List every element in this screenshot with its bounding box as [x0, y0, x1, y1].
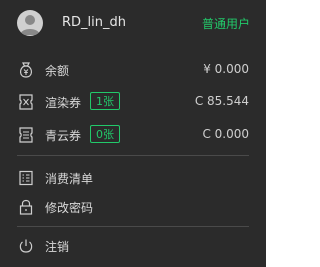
render-coupon-label: 渲染券: [45, 96, 82, 110]
render-coupon-icon: [17, 93, 35, 111]
cloud-coupon-icon: [17, 126, 35, 144]
menu-item-logout[interactable]: 注销: [0, 235, 266, 257]
menu-item-logout-label: 注销: [45, 240, 70, 254]
lock-icon: [17, 198, 35, 216]
cloud-coupon-row: 青云券 0张 C 0.000: [0, 124, 266, 146]
account-dropdown-panel: RD_lin_dh 普通用户 余额 ¥ 0.000 渲染券 1张 C 85.54…: [0, 0, 266, 267]
render-coupon-value: C 85.544: [194, 94, 249, 108]
avatar-person-icon: [20, 15, 40, 35]
menu-item-bill-label: 消费清单: [45, 172, 94, 186]
cloud-coupon-label: 青云券: [45, 129, 82, 143]
bill-icon: [17, 169, 35, 187]
user-header: RD_lin_dh 普通用户: [0, 8, 266, 38]
render-coupon-count-badge[interactable]: 1张: [90, 92, 120, 110]
avatar[interactable]: [17, 10, 43, 36]
menu-item-change-password-label: 修改密码: [45, 201, 94, 215]
divider: [17, 226, 249, 227]
username: RD_lin_dh: [62, 15, 126, 30]
cloud-coupon-value: C 0.000: [202, 127, 249, 141]
render-coupon-row: 渲染券 1张 C 85.544: [0, 91, 266, 113]
balance-value: ¥ 0.000: [203, 62, 249, 76]
cloud-coupon-count-badge[interactable]: 0张: [90, 125, 120, 143]
menu-item-change-password[interactable]: 修改密码: [0, 196, 266, 218]
divider: [17, 155, 249, 156]
balance-row: 余额 ¥ 0.000: [0, 59, 266, 81]
menu-item-bill[interactable]: 消费清单: [0, 167, 266, 189]
power-icon: [17, 237, 35, 255]
user-type-label: 普通用户: [201, 17, 250, 31]
balance-label: 余额: [45, 64, 70, 78]
wallet-icon: [17, 61, 35, 79]
